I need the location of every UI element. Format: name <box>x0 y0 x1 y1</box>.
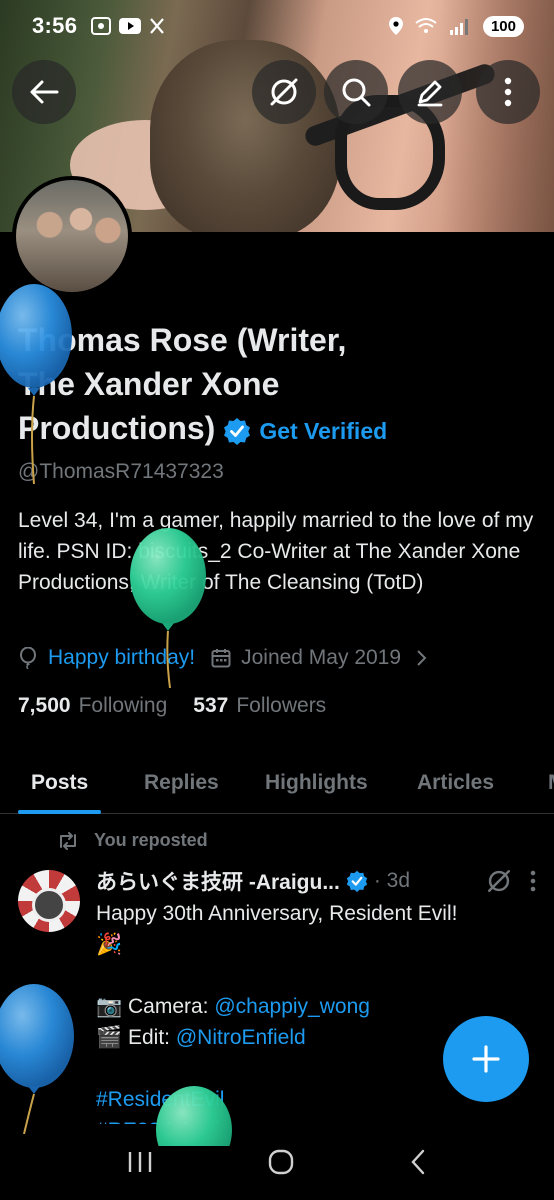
signal-icon <box>449 19 468 35</box>
search-button[interactable] <box>324 60 388 124</box>
profile-tabs: Posts Replies Highlights Articles M <box>0 752 554 814</box>
edit-mention-link[interactable]: @NitroEnfield <box>176 1026 306 1049</box>
profile-meta-row: Happy birthday! Joined May 2019 <box>18 646 427 670</box>
profile-name-line-2: The Xander Xone <box>18 366 280 402</box>
x-logo-icon <box>150 18 165 34</box>
following-label: Following <box>78 694 168 717</box>
followers-link[interactable]: 537 Followers <box>193 694 326 718</box>
birthday-link[interactable]: Happy birthday! <box>48 646 195 670</box>
calendar-icon <box>211 649 231 668</box>
status-right-icons: 100 <box>388 15 524 37</box>
back-button[interactable] <box>12 60 76 124</box>
status-bar: 3:56 100 <box>0 0 554 52</box>
repost-indicator: You reposted <box>56 830 208 851</box>
tab-articles[interactable]: Articles <box>417 752 494 814</box>
screenshot-icon <box>91 17 112 35</box>
profile-name-line-1: Thomas Rose (Writer, <box>18 322 347 358</box>
verified-badge-icon[interactable] <box>223 417 251 445</box>
more-vertical-icon <box>504 77 512 107</box>
tab-posts[interactable]: Posts <box>18 752 102 814</box>
follow-stats: 7,500 Following 537 Followers <box>18 694 326 718</box>
repost-icon <box>60 831 76 850</box>
more-options-button[interactable] <box>476 60 540 124</box>
party-emoji: 🎉 <box>96 933 123 956</box>
joined-date: Joined May 2019 <box>241 646 402 669</box>
post-time-value: 3d <box>386 869 411 892</box>
battery-indicator: 100 <box>482 15 524 37</box>
post-avatar-raccoon <box>32 888 66 922</box>
tab-media-partial[interactable]: M <box>548 752 554 814</box>
grok-button[interactable] <box>252 60 316 124</box>
post-camera-credit: 📷 Camera: @chappiy_wong <box>96 991 536 1022</box>
back-nav-icon[interactable] <box>409 1149 427 1175</box>
following-count: 7,500 <box>18 694 71 717</box>
status-time: 3:56 <box>32 13 78 38</box>
arrow-left-icon <box>30 80 59 104</box>
post-text-line-1: Happy 30th Anniversary, Resident Evil! <box>96 902 458 925</box>
chevron-right-icon[interactable] <box>415 649 427 667</box>
location-icon <box>388 17 403 35</box>
post-time: · 3d <box>373 869 411 892</box>
post-author-avatar[interactable] <box>18 870 80 932</box>
balloon-blue-2 <box>0 984 74 1134</box>
followers-count: 537 <box>193 694 229 717</box>
home-icon[interactable] <box>267 1148 295 1176</box>
profile-bio: Level 34, I'm a gamer, happily married t… <box>18 509 534 594</box>
post-blank-line <box>96 960 536 991</box>
following-link[interactable]: 7,500 Following <box>18 694 167 718</box>
wifi-icon <box>415 18 437 33</box>
followers-label: Followers <box>236 694 327 717</box>
camera-mention-link[interactable]: @chappiy_wong <box>214 995 370 1018</box>
edit-profile-button[interactable] <box>398 60 462 124</box>
system-nav-bar <box>0 1124 554 1200</box>
profile-name: Thomas Rose (Writer, The Xander Xone Pro… <box>18 318 538 453</box>
compose-post-button[interactable] <box>443 1016 529 1102</box>
repost-label: You reposted <box>94 830 208 850</box>
balloon-birthday-icon <box>20 647 36 669</box>
recent-apps-icon[interactable] <box>127 1150 153 1174</box>
get-verified-link[interactable]: Get Verified <box>259 418 387 444</box>
profile-handle: @ThomasR71437323 <box>18 460 224 483</box>
post-more-icon[interactable] <box>530 870 536 892</box>
status-left-icons <box>91 17 165 35</box>
camera-prefix: 📷 Camera: <box>96 995 215 1018</box>
tab-replies[interactable]: Replies <box>144 752 219 814</box>
verified-badge-icon <box>346 870 368 892</box>
post-header: あらいぐま技研 -Araigu... · 3d <box>96 866 536 896</box>
search-icon <box>342 78 371 107</box>
youtube-icon <box>119 18 142 34</box>
plus-icon <box>472 1045 500 1073</box>
edit-prefix: 🎬 Edit: <box>96 1026 176 1049</box>
profile-name-line-3: Productions) <box>18 410 216 446</box>
post-author-name[interactable]: あらいぐま技研 -Araigu... <box>96 866 340 896</box>
grok-icon[interactable] <box>486 868 512 894</box>
profile-name-line-3-row: Productions) Get Verified <box>18 406 538 453</box>
tab-highlights[interactable]: Highlights <box>265 752 368 814</box>
grok-icon <box>270 78 298 106</box>
pencil-icon <box>417 80 443 107</box>
profile-avatar[interactable] <box>12 176 132 296</box>
